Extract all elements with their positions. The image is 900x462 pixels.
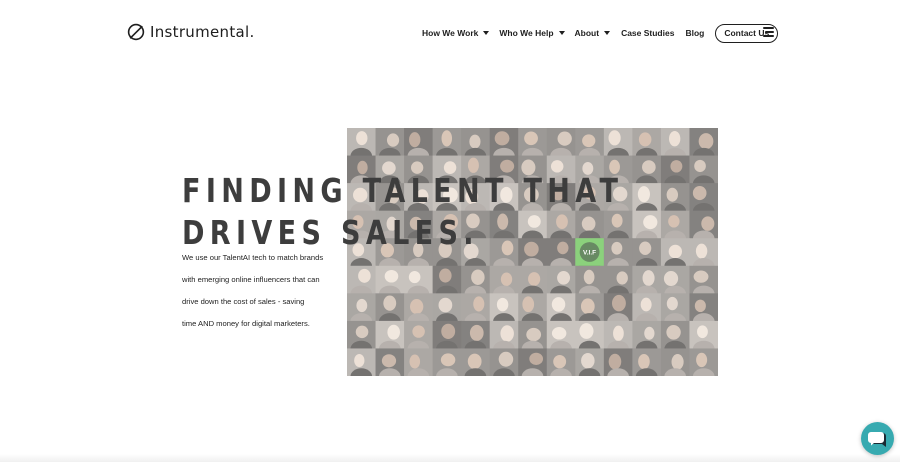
- main-nav: How We Work Who We Help About Case Studi…: [422, 23, 779, 43]
- site-header: Instrumental. How We Work Who We Help Ab…: [0, 0, 900, 64]
- hero-title: FINDING TALENT THAT DRIVES SALES.: [182, 170, 623, 254]
- nav-how-we-work[interactable]: How We Work: [422, 28, 490, 38]
- nav-who-we-help[interactable]: Who We Help: [499, 28, 565, 38]
- nav-who-we-help-label: Who We Help: [499, 28, 554, 38]
- nav-case-studies[interactable]: Case Studies: [621, 28, 674, 38]
- nav-how-we-work-label: How We Work: [422, 28, 479, 38]
- hero-description-line: with emerging online influencers that ca…: [182, 275, 320, 284]
- hamburger-menu-icon[interactable]: [763, 27, 774, 37]
- hero-description-line: drive down the cost of sales - saving: [182, 297, 305, 306]
- brand-name: Instrumental.: [150, 23, 255, 41]
- hero-description-line: time AND money for digital marketers.: [182, 319, 310, 328]
- chat-bubble-icon: [867, 431, 886, 447]
- chat-widget-button[interactable]: [861, 422, 894, 455]
- nav-about-label: About: [574, 28, 600, 38]
- hero-description-line: We use our TalentAI tech to match brands: [182, 253, 324, 262]
- hero-description: We use our TalentAI tech to match brands…: [182, 247, 352, 335]
- nav-about[interactable]: About: [575, 28, 611, 38]
- brand-logo[interactable]: Instrumental.: [127, 22, 255, 42]
- nav-blog[interactable]: Blog: [685, 28, 704, 38]
- logo-icon: [127, 23, 145, 41]
- caret-down-icon: [604, 31, 611, 35]
- page-bottom-shade: [0, 454, 900, 462]
- caret-down-icon: [558, 31, 565, 35]
- hero-title-line: FINDING TALENT THAT: [182, 171, 624, 210]
- caret-down-icon: [483, 31, 490, 35]
